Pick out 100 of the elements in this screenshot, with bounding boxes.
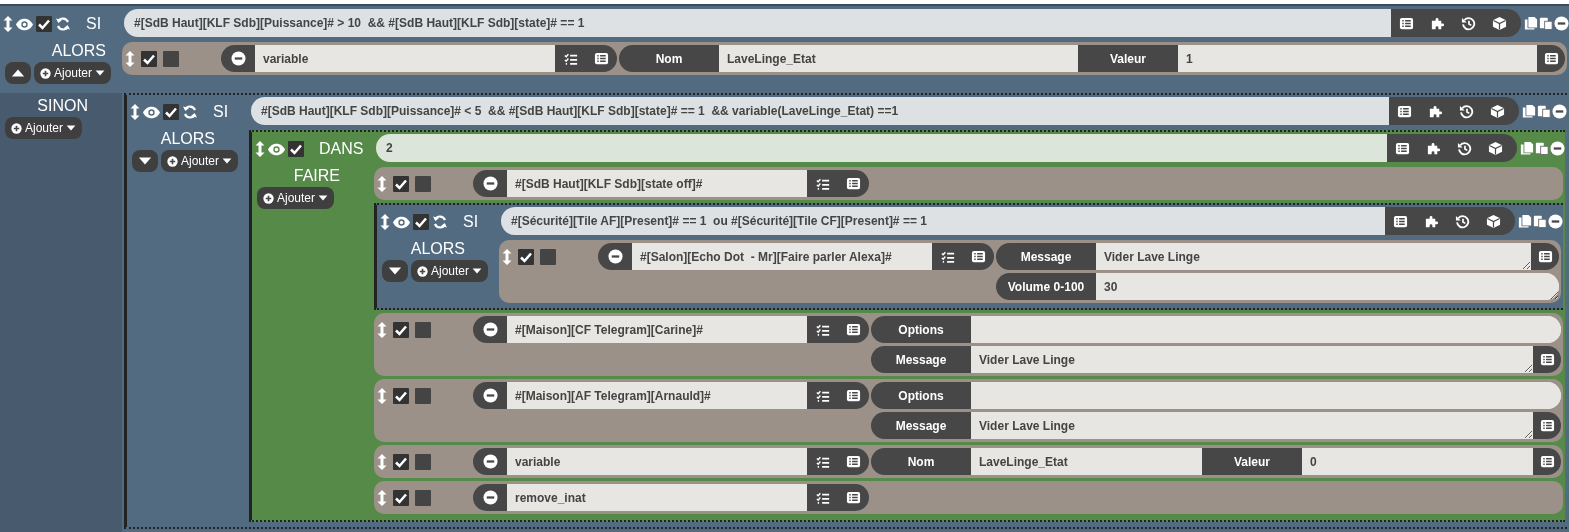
- list-icon[interactable]: [1539, 454, 1555, 469]
- refresh-icon[interactable]: [432, 214, 448, 230]
- move-icon[interactable]: [377, 452, 387, 471]
- list-icon[interactable]: [1399, 15, 1414, 31]
- checkbox[interactable]: [36, 16, 52, 32]
- command-field[interactable]: #[SdB Haut][KLF Sdb][state off]#: [507, 170, 807, 197]
- checkbox[interactable]: [413, 214, 429, 230]
- checklist-icon[interactable]: [815, 322, 830, 337]
- command-field[interactable]: variable: [507, 448, 807, 475]
- puzzle-icon[interactable]: [1428, 103, 1443, 119]
- command-field[interactable]: #[Maison][AF Telegram][Arnauld]#: [507, 382, 807, 409]
- checkbox[interactable]: [415, 175, 431, 192]
- list-icon[interactable]: [1539, 418, 1555, 433]
- delay-field[interactable]: 2: [376, 134, 1387, 162]
- cube-icon[interactable]: [1490, 103, 1505, 119]
- puzzle-icon[interactable]: [1430, 15, 1445, 31]
- add-button[interactable]: Ajouter: [411, 260, 489, 282]
- remove-icon[interactable]: [482, 490, 498, 505]
- list-icon[interactable]: [971, 249, 986, 264]
- move-icon[interactable]: [377, 174, 387, 193]
- remove-icon[interactable]: [607, 249, 623, 264]
- checkbox[interactable]: [415, 453, 431, 470]
- checkbox[interactable]: [288, 141, 304, 157]
- remove-icon[interactable]: [1552, 103, 1567, 119]
- remove-icon[interactable]: [1550, 140, 1565, 156]
- command-field[interactable]: variable: [255, 45, 555, 72]
- command-field[interactable]: remove_inat: [507, 484, 807, 511]
- move-icon[interactable]: [377, 386, 387, 405]
- checkbox[interactable]: [393, 453, 409, 470]
- list-icon[interactable]: [1539, 352, 1555, 367]
- paste-icon[interactable]: [1539, 15, 1553, 31]
- checklist-icon[interactable]: [815, 388, 830, 403]
- command-field[interactable]: #[Salon][Echo Dot - Mr][Faire parler Alexa]#: [632, 243, 932, 270]
- history-icon[interactable]: [1459, 103, 1474, 119]
- copy-icon[interactable]: [1522, 103, 1536, 119]
- condition-field[interactable]: #[SdB Haut][KLF Sdb][Puissance]# < 5 && #[SdB Haut][KLF Sdb][state]# == 1 && variable(LaveLinge_Etat) ==1: [251, 97, 1389, 125]
- list-icon[interactable]: [846, 490, 861, 505]
- checklist-icon[interactable]: [815, 176, 830, 191]
- list-icon[interactable]: [1397, 103, 1412, 119]
- collapse-button[interactable]: [132, 150, 158, 172]
- copy-icon[interactable]: [1524, 15, 1538, 31]
- checkbox[interactable]: [163, 50, 179, 67]
- remove-icon[interactable]: [482, 176, 498, 191]
- move-icon[interactable]: [502, 247, 512, 266]
- remove-icon[interactable]: [482, 322, 498, 337]
- paste-icon[interactable]: [1535, 140, 1549, 156]
- copy-icon[interactable]: [1520, 140, 1534, 156]
- list-icon[interactable]: [846, 388, 861, 403]
- checklist-icon[interactable]: [815, 454, 830, 469]
- move-icon[interactable]: [380, 213, 390, 231]
- copy-icon[interactable]: [1518, 213, 1532, 229]
- checkbox[interactable]: [518, 248, 534, 265]
- cube-icon[interactable]: [1492, 15, 1507, 31]
- checkbox[interactable]: [393, 387, 409, 404]
- refresh-icon[interactable]: [182, 104, 198, 120]
- add-button[interactable]: Ajouter: [34, 62, 112, 84]
- remove-icon[interactable]: [1548, 213, 1563, 229]
- add-button[interactable]: Ajouter: [257, 187, 335, 209]
- paste-icon[interactable]: [1537, 103, 1551, 119]
- list-icon[interactable]: [846, 454, 861, 469]
- history-icon[interactable]: [1455, 213, 1470, 229]
- cube-icon[interactable]: [1486, 213, 1501, 229]
- add-button[interactable]: Ajouter: [161, 150, 239, 172]
- remove-icon[interactable]: [482, 388, 498, 403]
- history-icon[interactable]: [1457, 140, 1472, 156]
- checkbox[interactable]: [415, 489, 431, 506]
- remove-icon[interactable]: [230, 51, 246, 66]
- list-icon[interactable]: [1395, 140, 1410, 156]
- collapse-button[interactable]: [5, 62, 31, 84]
- remove-icon[interactable]: [482, 454, 498, 469]
- list-icon[interactable]: [846, 322, 861, 337]
- history-icon[interactable]: [1461, 15, 1476, 31]
- puzzle-icon[interactable]: [1424, 213, 1439, 229]
- checkbox[interactable]: [393, 175, 409, 192]
- command-field[interactable]: #[Maison][CF Telegram][Carine]#: [507, 316, 807, 343]
- condition-field[interactable]: #[SdB Haut][KLF Sdb][Puissance]# > 10 && #[SdB Haut][KLF Sdb][state]# == 1: [124, 9, 1391, 37]
- checklist-icon[interactable]: [940, 249, 955, 264]
- checklist-icon[interactable]: [563, 51, 578, 66]
- move-icon[interactable]: [3, 15, 13, 33]
- checkbox[interactable]: [393, 489, 409, 506]
- checkbox[interactable]: [163, 104, 179, 120]
- condition-field[interactable]: #[Sécurité][Tile AF][Present]# == 1 ou #[Sécurité][Tile CF][Present]# == 1: [501, 207, 1385, 235]
- collapse-button[interactable]: [382, 260, 408, 282]
- paste-icon[interactable]: [1533, 213, 1547, 229]
- move-icon[interactable]: [377, 488, 387, 507]
- checkbox[interactable]: [141, 50, 157, 67]
- list-icon[interactable]: [1393, 213, 1408, 229]
- list-icon[interactable]: [594, 51, 609, 66]
- checkbox[interactable]: [540, 248, 556, 265]
- list-icon[interactable]: [1537, 249, 1553, 264]
- cube-icon[interactable]: [1488, 140, 1503, 156]
- remove-icon[interactable]: [1554, 15, 1569, 31]
- move-icon[interactable]: [377, 320, 387, 339]
- list-icon[interactable]: [1543, 51, 1559, 66]
- puzzle-icon[interactable]: [1426, 140, 1441, 156]
- move-icon[interactable]: [255, 140, 265, 158]
- checkbox[interactable]: [415, 387, 431, 404]
- checkbox[interactable]: [393, 321, 409, 338]
- refresh-icon[interactable]: [55, 16, 71, 32]
- checkbox[interactable]: [415, 321, 431, 338]
